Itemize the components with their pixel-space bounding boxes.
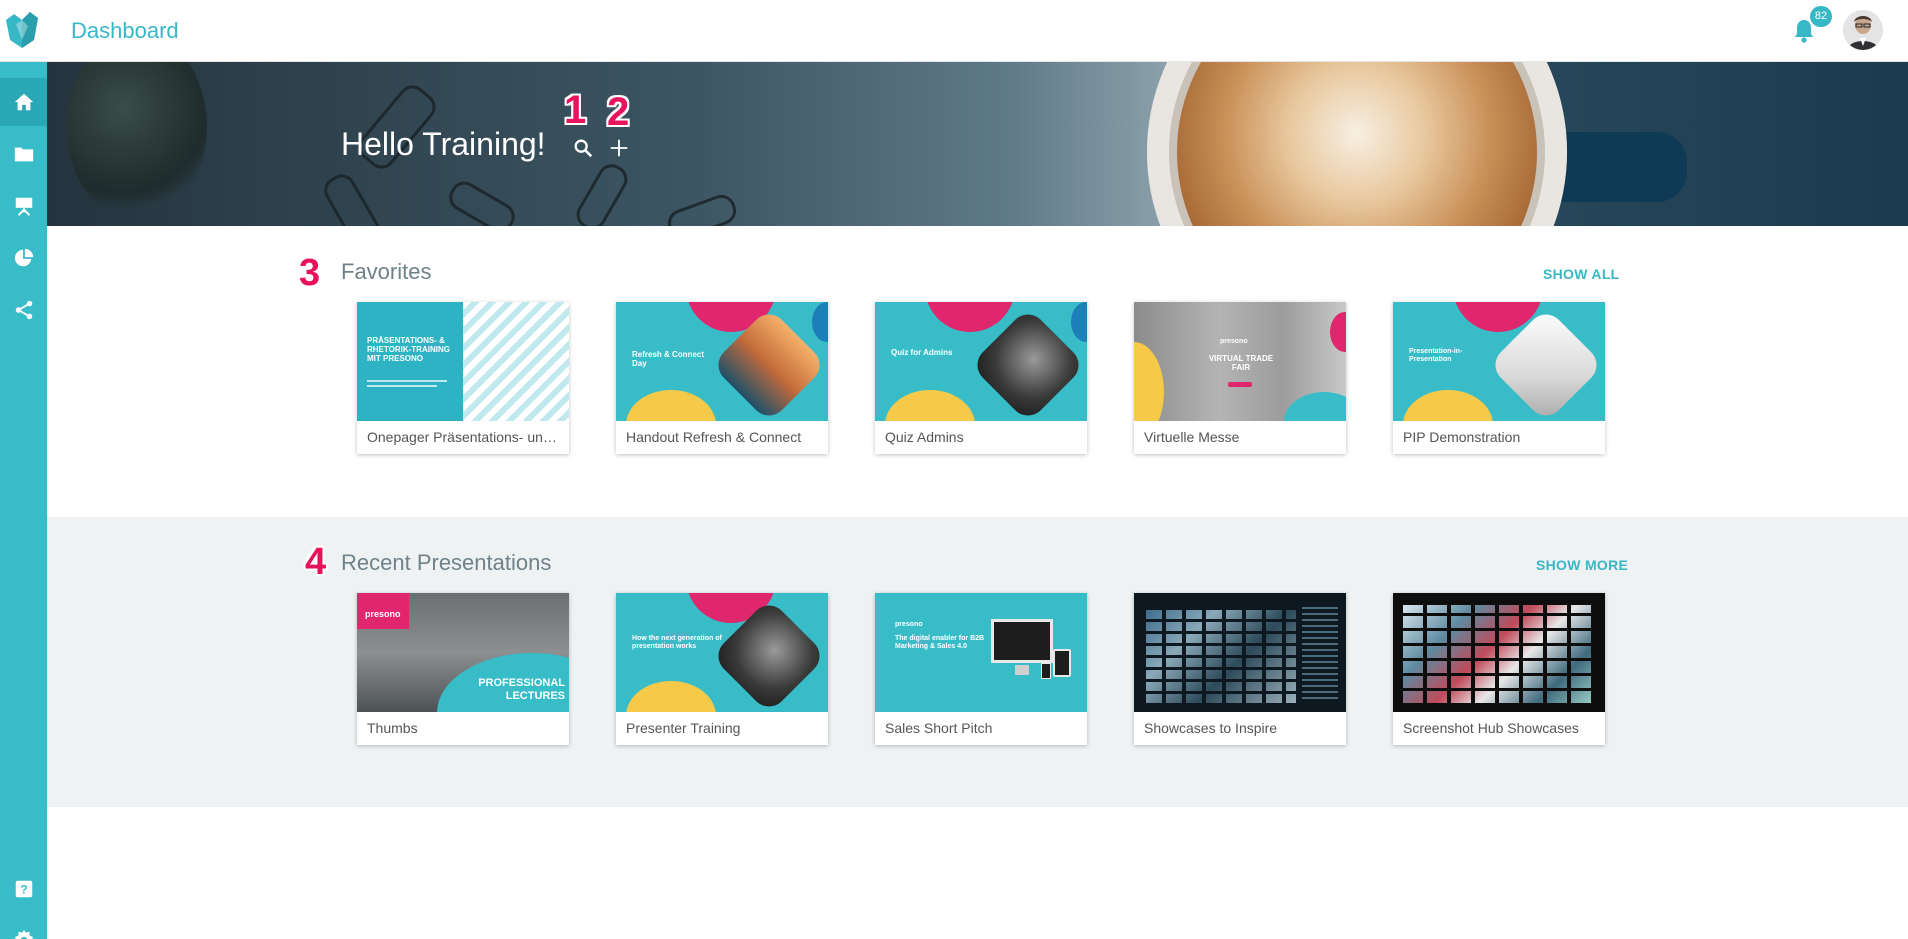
thumb-title: VIRTUAL TRADE FAIR xyxy=(1208,354,1274,373)
search-button[interactable] xyxy=(569,134,597,162)
thumb-title: Refresh & Connect Day xyxy=(632,350,705,369)
card-thumbnail: Refresh & Connect Day xyxy=(616,302,828,421)
sidebar-item-share[interactable] xyxy=(0,286,47,334)
show-all-link[interactable]: SHOW ALL xyxy=(1543,266,1620,282)
annotation-marker-1: 1 xyxy=(564,88,587,132)
card-label: Handout Refresh & Connect xyxy=(626,429,802,445)
favorite-card[interactable]: Quiz for Admins Quiz Admins xyxy=(875,302,1087,454)
notification-badge[interactable]: 82 xyxy=(1810,6,1832,27)
card-thumbnail: presono VIRTUAL TRADE FAIR xyxy=(1134,302,1346,421)
presentation-card[interactable]: presono PROFESSIONAL LECTURES Thumbs xyxy=(357,593,569,745)
paperclip-decoration xyxy=(444,176,520,226)
card-label: Presenter Training xyxy=(626,720,741,736)
thumb-title: Presentation-in-Presentation xyxy=(1409,348,1463,364)
thumb-title: PROFESSIONAL LECTURES xyxy=(478,677,565,702)
thumb-brand: presono xyxy=(895,621,923,628)
recent-presentations-section: 4 Recent Presentations SHOW MORE presono… xyxy=(47,517,1908,807)
latte-art-decoration xyxy=(1177,62,1537,226)
presentation-card[interactable]: How the next generation of presentation … xyxy=(616,593,828,745)
card-thumbnail: How the next generation of presentation … xyxy=(616,593,828,712)
sidebar-item-home[interactable] xyxy=(0,78,47,126)
card-thumbnail: Presentation-in-Presentation xyxy=(1393,302,1605,421)
page-title: Dashboard xyxy=(71,18,179,43)
favorite-card[interactable]: PRÄSENTATIONS- & RHETORIK-TRAINING MIT P… xyxy=(357,302,569,454)
presentation-card[interactable]: Screenshot Hub Showcases xyxy=(1393,593,1605,745)
annotation-marker-4: 4 xyxy=(305,541,327,583)
card-label: Quiz Admins xyxy=(885,429,964,445)
paperclip-decoration xyxy=(319,169,387,226)
sidebar-item-settings[interactable] xyxy=(0,916,47,939)
paperclip-decoration xyxy=(663,190,741,226)
avatar[interactable] xyxy=(1843,10,1883,50)
card-label: Thumbs xyxy=(367,720,418,736)
search-icon xyxy=(574,139,593,158)
thumb-title: The digital enabler for B2B Marketing & … xyxy=(895,635,985,651)
card-label: Screenshot Hub Showcases xyxy=(1403,720,1579,736)
card-thumbnail xyxy=(1134,593,1346,712)
greeting-title: Hello Training! xyxy=(341,126,546,162)
pie-chart-icon xyxy=(14,248,33,267)
sidebar-item-files[interactable] xyxy=(0,130,47,178)
thumb-brand: presono xyxy=(1220,338,1248,345)
share-icon xyxy=(15,300,32,320)
hero-plant-decoration xyxy=(67,62,207,222)
presentation-card[interactable]: presono The digital enabler for B2B Mark… xyxy=(875,593,1087,745)
card-thumbnail: presono The digital enabler for B2B Mark… xyxy=(875,593,1087,712)
card-label: Sales Short Pitch xyxy=(885,720,993,736)
show-more-link[interactable]: SHOW MORE xyxy=(1536,557,1628,573)
presentation-icon xyxy=(15,197,32,216)
thumb-brand: presono xyxy=(365,609,401,619)
card-label: Showcases to Inspire xyxy=(1144,720,1278,736)
presentation-card[interactable]: Showcases to Inspire xyxy=(1134,593,1346,745)
thumb-title: PRÄSENTATIONS- & RHETORIK-TRAINING MIT P… xyxy=(367,336,450,364)
paperclip-decoration xyxy=(571,159,633,226)
card-label: PIP Demonstration xyxy=(1403,429,1521,445)
home-icon xyxy=(14,93,33,111)
top-bar: Dashboard 82 xyxy=(0,0,1908,62)
favorite-card[interactable]: Refresh & Connect Day Handout Refresh & … xyxy=(616,302,828,454)
sidebar-item-analytics[interactable] xyxy=(0,234,47,282)
card-thumbnail: PRÄSENTATIONS- & RHETORIK-TRAINING MIT P… xyxy=(357,302,569,421)
sidebar-item-presentations[interactable] xyxy=(0,182,47,230)
annotation-marker-3: 3 xyxy=(299,252,321,294)
favorite-card[interactable]: presono VIRTUAL TRADE FAIR Virtuelle Mes… xyxy=(1134,302,1346,454)
svg-text:?: ? xyxy=(20,883,27,897)
plus-icon xyxy=(610,139,628,157)
thumb-title: How the next generation of presentation … xyxy=(632,635,722,651)
folder-icon xyxy=(14,147,33,162)
card-thumbnail: presono PROFESSIONAL LECTURES xyxy=(357,593,569,712)
help-icon: ? xyxy=(15,880,32,898)
add-button[interactable] xyxy=(605,134,633,162)
sidebar-item-help[interactable]: ? xyxy=(0,865,47,913)
settings-icon xyxy=(14,929,33,939)
hero-banner: Hello Training! 1 2 xyxy=(47,62,1908,226)
favorite-card[interactable]: Presentation-in-Presentation PIP Demonst… xyxy=(1393,302,1605,454)
sidebar: ? xyxy=(0,62,47,939)
card-label: Onepager Präsentations- und Rhetoriktrai… xyxy=(367,429,561,445)
recent-presentations-title: Recent Presentations xyxy=(341,550,552,575)
presono-logo-icon[interactable] xyxy=(4,10,40,50)
card-thumbnail: Quiz for Admins xyxy=(875,302,1087,421)
card-thumbnail xyxy=(1393,593,1605,712)
card-label: Virtuelle Messe xyxy=(1144,429,1240,445)
favorites-title: Favorites xyxy=(341,259,432,284)
favorites-section: 3 Favorites SHOW ALL PRÄSENTATIONS- & RH… xyxy=(47,226,1908,517)
annotation-marker-2: 2 xyxy=(607,90,630,134)
thumb-title: Quiz for Admins xyxy=(891,348,953,357)
